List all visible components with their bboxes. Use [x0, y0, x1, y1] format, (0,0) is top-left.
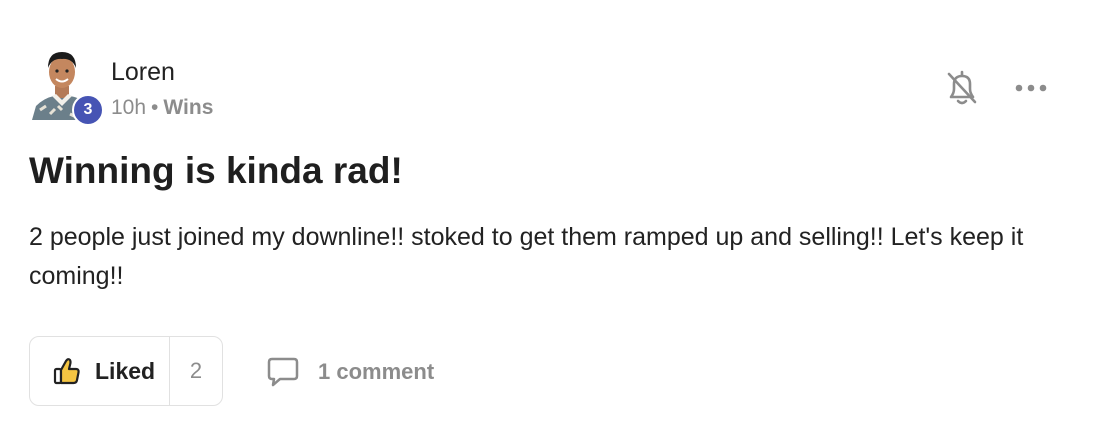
author-avatar-container[interactable]: 3 [30, 48, 106, 126]
post-category[interactable]: Wins [163, 96, 213, 119]
like-control: Liked 2 [29, 336, 223, 406]
like-count[interactable]: 2 [170, 337, 222, 405]
more-horizontal-icon[interactable] [1010, 76, 1052, 100]
post-card: 3 Loren 10h • Wins Winning is kinda rad! 2… [0, 0, 1114, 438]
level-badge: 3 [72, 94, 104, 126]
like-label: Liked [95, 357, 156, 384]
meta-separator: • [151, 96, 159, 119]
comment-bubble-icon [267, 357, 299, 387]
comment-button[interactable]: 1 comment [266, 352, 434, 392]
author-name[interactable]: Loren [111, 58, 175, 87]
thumbs-up-icon [53, 358, 80, 385]
bell-off-icon[interactable] [944, 68, 980, 108]
like-button[interactable]: Liked [30, 337, 170, 405]
post-body: 2 people just joined my downline!! stoke… [29, 223, 1024, 290]
post-meta: 10h • Wins [111, 96, 213, 120]
post-time: 10h [111, 96, 147, 119]
post-title[interactable]: Winning is kinda rad! [29, 150, 403, 192]
comment-count-label: 1 comment [318, 359, 435, 384]
